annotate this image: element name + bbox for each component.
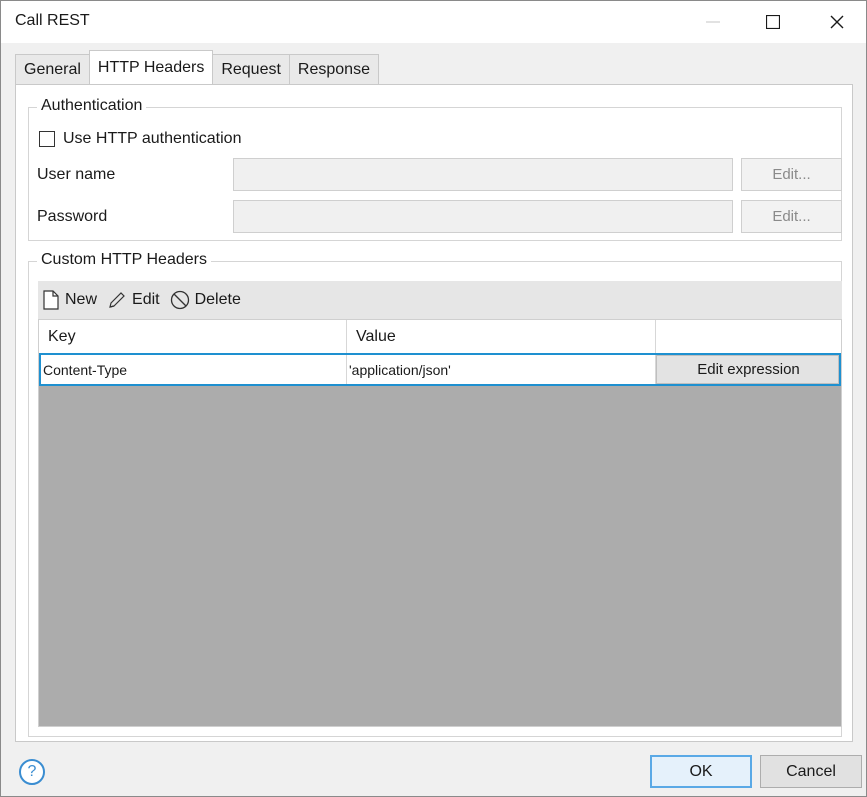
http-headers-panel: Authentication Use HTTP authentication U… [15,84,853,742]
username-edit-button[interactable]: Edit... [741,158,842,191]
table-row[interactable]: Content-Type 'application/json' Edit exp… [39,353,841,386]
close-icon [830,15,844,29]
custom-headers-legend: Custom HTTP Headers [37,251,211,269]
cell-key[interactable]: Content-Type [41,355,347,384]
delete-header-label: Delete [194,291,241,308]
minimize-icon [706,21,720,23]
call-rest-dialog: Call REST General HTTP Headers Request R… [0,0,867,797]
new-header-label: New [65,291,98,308]
edit-header-label: Edit [132,291,160,308]
authentication-group: Authentication Use HTTP authentication U… [28,97,842,241]
maximize-button[interactable] [743,1,803,43]
prohibited-icon [170,290,189,310]
tab-http-headers[interactable]: HTTP Headers [88,50,214,84]
use-http-auth-checkbox[interactable] [39,131,55,147]
use-http-auth-row[interactable]: Use HTTP authentication [39,130,241,148]
maximize-icon [766,15,780,29]
headers-grid: Key Value Content-Type 'application/json… [38,319,842,727]
grid-header: Key Value [39,320,841,353]
column-header-action [656,320,841,353]
pencil-icon [109,292,125,308]
new-document-icon [43,290,59,310]
column-header-value[interactable]: Value [347,320,656,353]
password-label: Password [37,208,108,225]
ok-button[interactable]: OK [650,755,752,788]
edit-header-button[interactable]: Edit [107,290,160,310]
tab-response[interactable]: Response [288,54,379,84]
edit-expression-button[interactable]: Edit expression [656,355,839,384]
window-title: Call REST [15,12,90,29]
help-icon[interactable]: ? [19,759,45,785]
cancel-button[interactable]: Cancel [760,755,862,788]
minimize-button[interactable] [683,1,743,43]
tab-request[interactable]: Request [212,54,290,84]
password-edit-button[interactable]: Edit... [741,200,842,233]
close-button[interactable] [807,1,867,43]
username-field[interactable] [233,158,733,191]
cell-value[interactable]: 'application/json' [347,355,656,384]
tab-bar: General HTTP Headers Request Response [15,50,379,84]
tab-general[interactable]: General [15,54,90,84]
password-field[interactable] [233,200,733,233]
title-bar: Call REST [1,1,866,43]
new-header-button[interactable]: New [42,290,97,310]
delete-header-button[interactable]: Delete [170,290,241,310]
username-label: User name [37,166,116,183]
use-http-auth-label: Use HTTP authentication [63,130,242,147]
column-header-key[interactable]: Key [39,320,347,353]
authentication-legend: Authentication [37,97,147,115]
headers-toolbar: New Edit Delete [38,281,842,319]
